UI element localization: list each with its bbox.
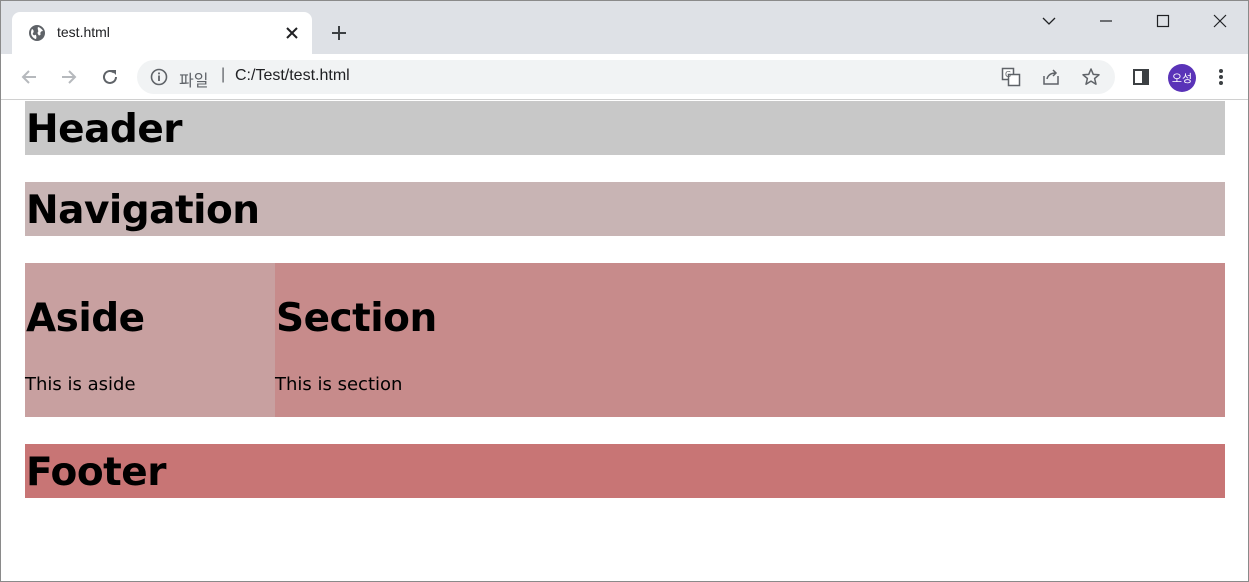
more-menu-icon[interactable] <box>1209 65 1233 89</box>
section-title: Section <box>276 296 437 341</box>
main-block: Aside This is aside Section This is sect… <box>25 263 1225 417</box>
aside-block: Aside This is aside <box>25 263 275 417</box>
scheme-separator: | <box>221 66 226 83</box>
scheme-label: 파일 <box>179 71 209 90</box>
close-window-icon[interactable] <box>1205 7 1235 35</box>
tab-strip: test.html <box>1 1 1248 54</box>
info-icon[interactable] <box>150 68 168 86</box>
browser-tab[interactable]: test.html <box>12 12 312 54</box>
translate-icon[interactable]: G <box>1000 66 1022 88</box>
navigation-block: Navigation <box>25 182 1225 236</box>
footer-title: Footer <box>26 450 166 495</box>
header-block: Header <box>25 101 1225 155</box>
tab-title: test.html <box>57 24 110 40</box>
footer-block: Footer <box>25 444 1225 498</box>
close-tab-icon[interactable] <box>282 23 302 43</box>
profile-avatar[interactable]: 오성 <box>1168 64 1196 92</box>
address-bar[interactable]: 파일 | C:/Test/test.html G <box>137 60 1115 94</box>
browser-toolbar: 파일 | C:/Test/test.html G 오성 <box>1 54 1248 100</box>
aside-title: Aside <box>26 296 145 341</box>
share-icon[interactable] <box>1040 66 1062 88</box>
reload-icon[interactable] <box>98 65 122 89</box>
header-title: Header <box>26 107 183 152</box>
minimize-icon[interactable] <box>1091 7 1121 35</box>
section-text: This is section <box>275 374 403 395</box>
side-panel-icon[interactable] <box>1129 65 1153 89</box>
navigation-title: Navigation <box>26 188 260 233</box>
maximize-icon[interactable] <box>1148 7 1178 35</box>
browser-window: test.html 파일 | C:/Test/test.html G 오성 He… <box>0 0 1249 582</box>
aside-text: This is aside <box>25 374 136 395</box>
page-content: Header Navigation Aside This is aside Se… <box>1 101 1248 581</box>
section-block: Section This is section <box>275 263 1225 417</box>
bookmark-star-icon[interactable] <box>1080 66 1102 88</box>
back-arrow-icon[interactable] <box>17 65 41 89</box>
svg-text:G: G <box>1005 70 1011 79</box>
globe-icon <box>28 24 46 42</box>
new-tab-icon[interactable] <box>327 21 351 45</box>
url-text[interactable]: C:/Test/test.html <box>235 67 350 85</box>
forward-arrow-icon[interactable] <box>57 65 81 89</box>
tab-search-chevron-icon[interactable] <box>1034 7 1064 35</box>
